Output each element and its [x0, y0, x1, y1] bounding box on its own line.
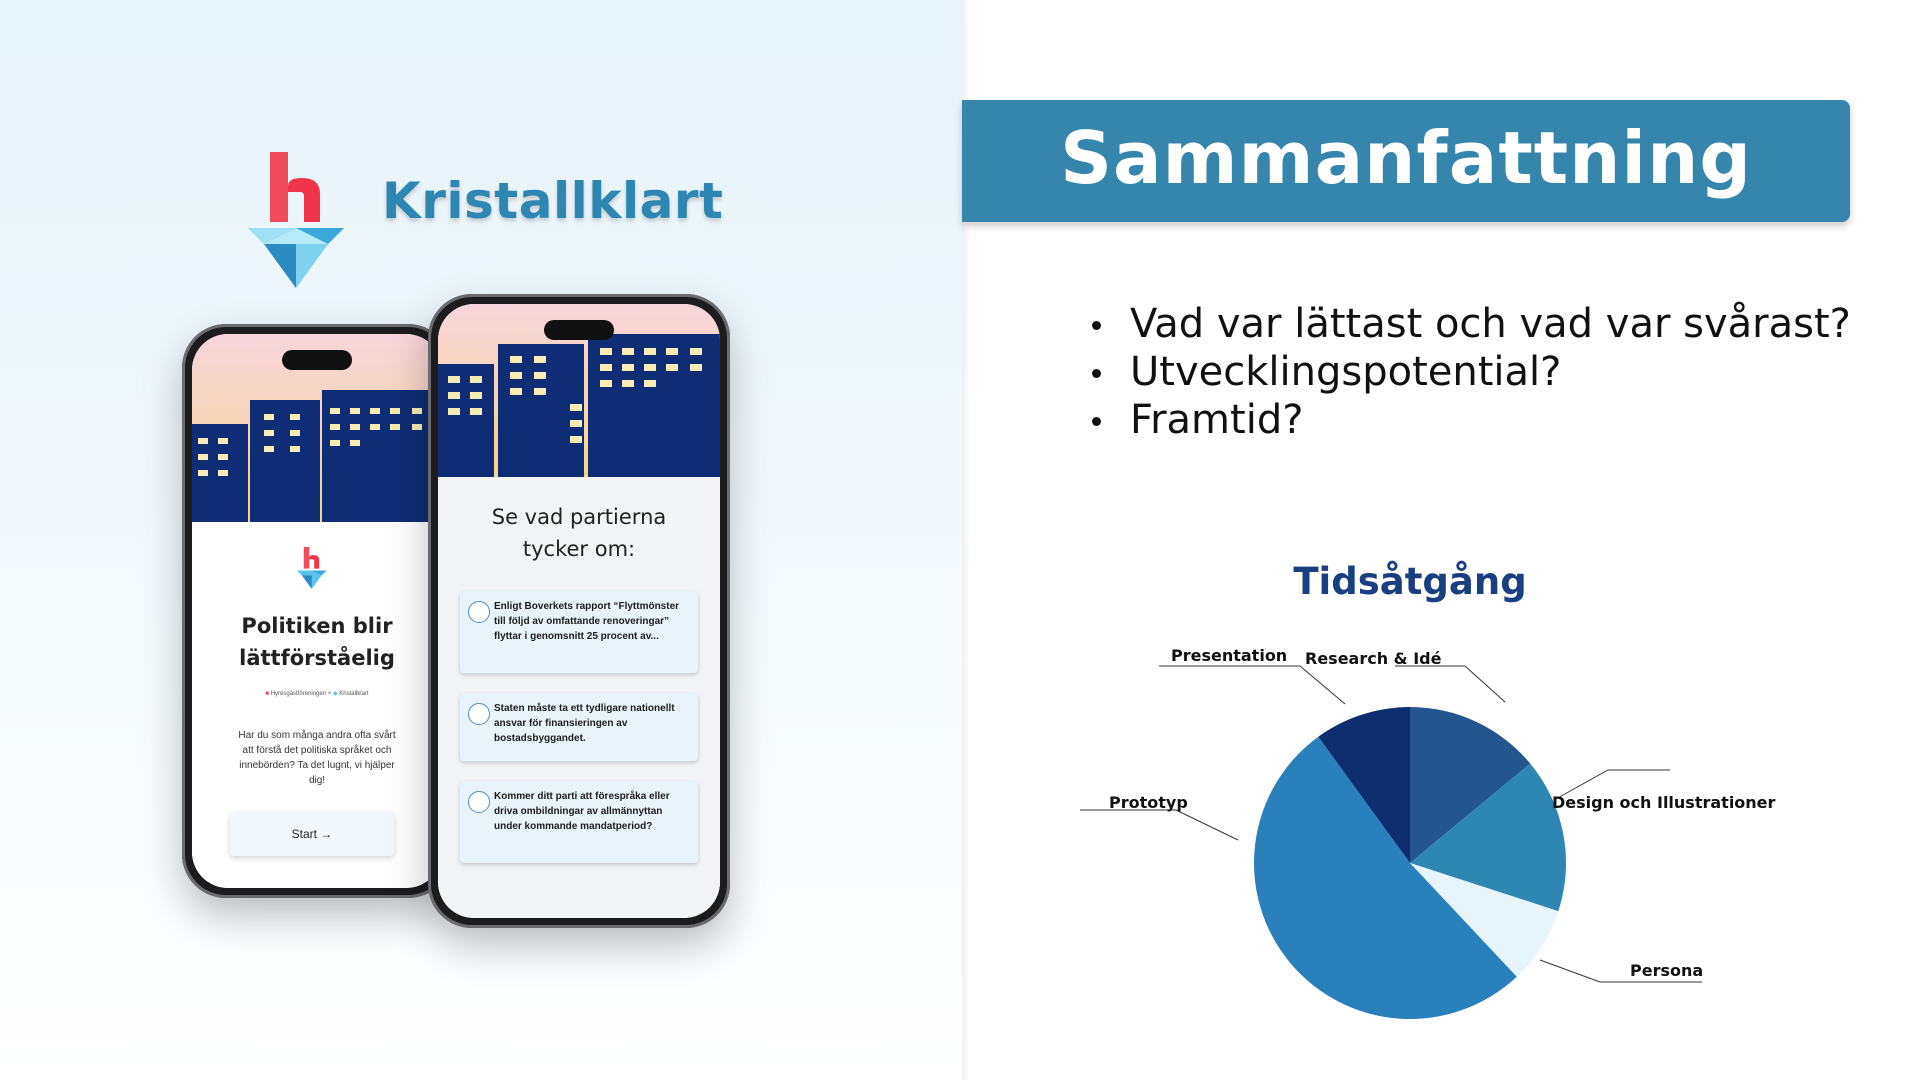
partner-logo-icon: ■ — [265, 691, 270, 697]
slide-title: Sammanfattning — [1060, 116, 1752, 200]
welcome-description: Har du som många andra ofta svårt att fö… — [238, 730, 396, 786]
topic-card[interactable]: Enligt Boverkets rapport “Flyttmönster t… — [460, 591, 698, 673]
diamond-icon — [468, 703, 490, 725]
phone-mockup-topics: Se vad partierna tycker om: Enligt Bover… — [428, 294, 730, 928]
topic-card[interactable]: Kommer ditt parti att förespråka eller d… — [460, 781, 698, 863]
partner-line: ■ Hyresgästföreningen × ◆ Kristallklart — [192, 690, 442, 697]
pie-callout-line — [1159, 665, 1346, 705]
phone-screen: Politiken blir lättförståelig ■ Hyresgäs… — [192, 334, 442, 888]
partner-separator: × — [327, 691, 332, 697]
pie-callout-line — [1080, 809, 1239, 841]
welcome-title: Politiken blir lättförståelig — [239, 614, 395, 670]
bullet-item: Vad var lättast och vad var svårast? — [1084, 300, 1851, 348]
pie-slice-label: Design och Illustrationer — [1552, 793, 1776, 812]
bullet-item: Framtid? — [1084, 396, 1851, 444]
welcome-screen-body: Politiken blir lättförståelig ■ Hyresgäs… — [192, 522, 442, 888]
diamond-icon: ◆ — [332, 691, 338, 697]
diamond-icon — [468, 601, 490, 623]
title-banner: Sammanfattning — [962, 100, 1850, 222]
kristallklart-logo-icon — [248, 152, 344, 288]
pie-slice-label: Presentation — [1171, 646, 1287, 665]
topics-title: Se vad partierna tycker om: — [491, 505, 667, 561]
pie-slice-label: Research & Idé — [1305, 649, 1442, 668]
bullet-list: Vad var lättast och vad var svårast? Utv… — [1084, 300, 1851, 444]
topic-card[interactable]: Staten måste ta ett tydligare nationellt… — [460, 693, 698, 761]
dynamic-island — [544, 320, 614, 340]
brand-name: Kristallklart — [382, 172, 724, 230]
start-button[interactable]: Start → — [230, 812, 394, 856]
topic-card-text: Kommer ditt parti att förespråka eller d… — [494, 791, 670, 832]
time-spent-pie-chart: Research & Idé Design och Illustrationer P… — [1080, 646, 1776, 1019]
chart-title: Tidsåtgång — [1293, 560, 1527, 603]
pie-slice-label: Persona — [1630, 961, 1703, 980]
phone-mockup-welcome: Politiken blir lättförståelig ■ Hyresgäs… — [182, 324, 452, 898]
bullet-item: Utvecklingspotential? — [1084, 348, 1851, 396]
topic-card-text: Enligt Boverkets rapport “Flyttmönster t… — [494, 601, 680, 642]
dynamic-island — [282, 350, 352, 370]
small-logo-icon — [297, 547, 327, 589]
phone-screen: Se vad partierna tycker om: Enligt Bover… — [438, 304, 720, 918]
pie-callout-line — [1395, 665, 1506, 703]
partner-left: Hyresgästföreningen — [270, 691, 327, 697]
partner-right: Kristallklart — [339, 691, 369, 697]
topic-card-text: Staten måste ta ett tydligare nationellt… — [494, 703, 675, 744]
topics-screen-body: Se vad partierna tycker om: Enligt Bover… — [438, 477, 720, 918]
diamond-icon — [468, 791, 490, 813]
pie-slice-label: Prototyp — [1109, 793, 1188, 812]
